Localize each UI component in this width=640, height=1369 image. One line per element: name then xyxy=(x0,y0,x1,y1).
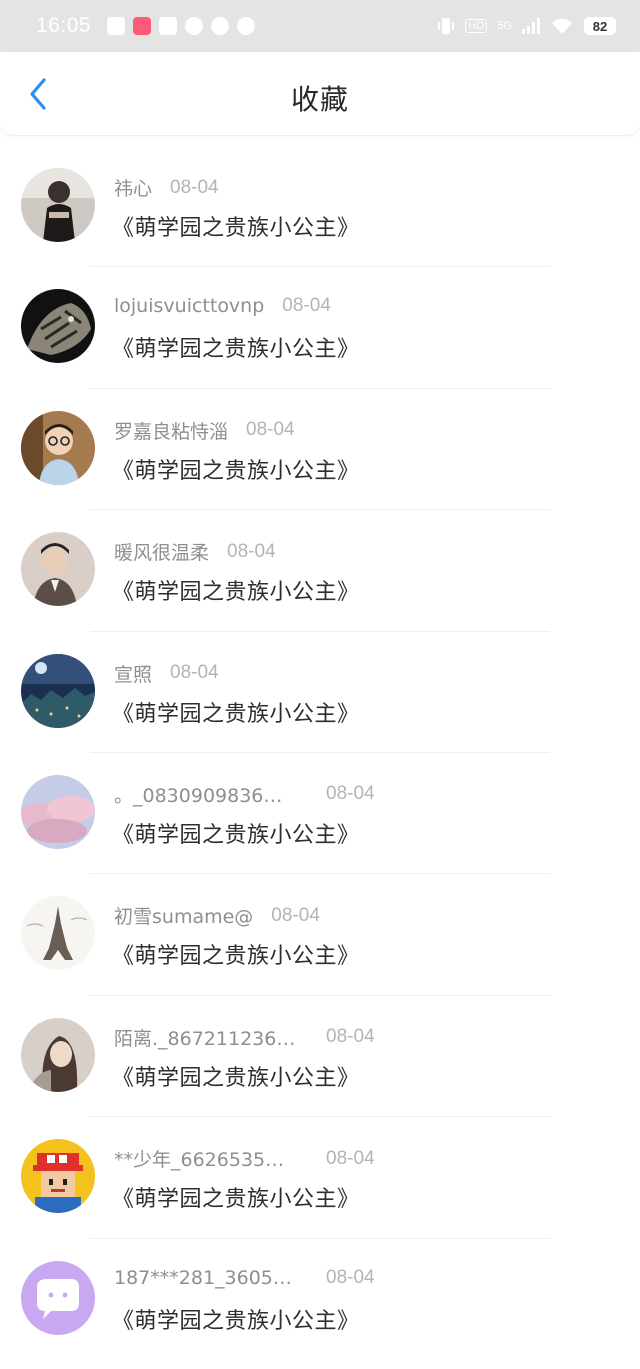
user-name: 初雪sumame@ xyxy=(114,906,254,929)
item-title[interactable]: 《萌学园之贵族小公主》 xyxy=(112,210,360,242)
avatar[interactable] xyxy=(21,653,95,728)
app-notification-icon xyxy=(107,17,126,35)
avatar[interactable] xyxy=(21,410,95,485)
item-date: 08-04 xyxy=(246,419,295,441)
cloud-icon xyxy=(211,17,230,35)
status-bar: 16:05 HD 5G 82 xyxy=(0,0,640,52)
item-title[interactable]: 《萌学园之贵族小公主》 xyxy=(112,1303,360,1335)
user-name: 暖风很温柔 xyxy=(114,542,210,565)
list-item[interactable]: 187***281_3605… 08-04 《萌学园之贵族小公主》 xyxy=(0,1239,640,1360)
avatar-photo-girl-dark xyxy=(21,168,95,242)
item-date: 08-04 xyxy=(326,783,375,805)
user-name: lojuisvuicttovnp xyxy=(114,295,265,318)
hd-icon: HD xyxy=(465,19,488,33)
item-title[interactable]: 《萌学园之贵族小公主》 xyxy=(112,1060,360,1092)
avatar[interactable] xyxy=(21,168,95,242)
avatar-pink-clouds xyxy=(21,774,95,849)
item-title[interactable]: 《萌学园之贵族小公主》 xyxy=(112,331,360,363)
item-date: 08-04 xyxy=(326,1026,375,1048)
item-title[interactable]: 《萌学园之贵族小公主》 xyxy=(112,1181,360,1213)
avatar[interactable] xyxy=(21,896,95,971)
item-title[interactable]: 《萌学园之贵族小公主》 xyxy=(112,696,360,728)
user-name: 。_0830909836… xyxy=(114,784,283,807)
avatar-pixel-boy xyxy=(21,1139,95,1214)
avatar-night-city xyxy=(21,653,95,728)
item-meta: 罗嘉良粘恃淄 08-04 xyxy=(114,417,295,444)
avatar-photo-kid-glasses xyxy=(21,410,95,485)
list-item[interactable]: 陌离._867211236… 08-04 《萌学园之贵族小公主》 xyxy=(0,996,640,1118)
vibrate-icon xyxy=(438,18,455,34)
avatar[interactable] xyxy=(21,532,95,607)
message-icon xyxy=(237,17,256,35)
avatar-eiffel-tower xyxy=(21,896,95,971)
item-meta: **少年_6626535… 08-04 xyxy=(114,1145,375,1172)
list-item[interactable]: lojuisvuicttovnp 08-04 《萌学园之贵族小公主》 xyxy=(0,267,640,389)
user-name: 祎心 xyxy=(114,178,153,200)
item-meta: 宣照 08-04 xyxy=(114,660,219,687)
item-date: 08-04 xyxy=(326,1147,375,1169)
item-date: 08-04 xyxy=(170,176,219,198)
list-item[interactable]: 祎心 08-04 《萌学园之贵族小公主》 xyxy=(0,146,640,268)
user-name: 陌离._867211236… xyxy=(114,1027,296,1050)
item-date: 08-04 xyxy=(170,662,219,684)
item-meta: 陌离._867211236… 08-04 xyxy=(114,1024,375,1051)
mail-icon xyxy=(159,17,178,35)
network-label: 5G xyxy=(497,20,512,32)
header: 收藏 xyxy=(0,52,640,136)
favorites-list: 祎心 08-04 《萌学园之贵族小公主》 lojuisvuicttovnp 08… xyxy=(0,146,640,1360)
item-meta: lojuisvuicttovnp 08-04 xyxy=(114,295,331,317)
avatar-tiger xyxy=(21,289,95,364)
avatar-photo-girl-light xyxy=(21,1017,95,1092)
user-name: 187***281_3605… xyxy=(114,1266,292,1289)
user-name: **少年_6626535… xyxy=(114,1149,285,1172)
item-title[interactable]: 《萌学园之贵族小公主》 xyxy=(112,574,360,606)
avatar[interactable] xyxy=(21,774,95,849)
wifi-icon xyxy=(552,18,572,34)
item-meta: 暖风很温柔 08-04 xyxy=(114,538,276,565)
user-name: 宣照 xyxy=(114,663,153,686)
item-title[interactable]: 《萌学园之贵族小公主》 xyxy=(112,453,360,485)
status-time: 16:05 xyxy=(36,14,92,37)
item-date: 08-04 xyxy=(271,904,320,926)
list-item[interactable]: 罗嘉良粘恃淄 08-04 《萌学园之贵族小公主》 xyxy=(0,389,640,511)
user-name: 罗嘉良粘恃淄 xyxy=(114,420,229,443)
item-title[interactable]: 《萌学园之贵族小公主》 xyxy=(112,938,360,970)
system-icons: HD 5G 82 xyxy=(437,16,616,36)
app-notification-icon xyxy=(185,17,204,35)
item-date: 08-04 xyxy=(282,295,331,317)
item-meta: 初雪sumame@ 08-04 xyxy=(114,902,320,929)
avatar[interactable] xyxy=(21,1260,95,1335)
signal-icon xyxy=(522,18,540,34)
item-meta: 187***281_3605… 08-04 xyxy=(114,1267,375,1289)
page-title: 收藏 xyxy=(290,83,349,116)
list-item[interactable]: 初雪sumame@ 08-04 《萌学园之贵族小公主》 xyxy=(0,874,640,996)
list-item[interactable]: 暖风很温柔 08-04 《萌学园之贵族小公主》 xyxy=(0,510,640,632)
battery-indicator: 82 xyxy=(584,17,616,35)
list-item[interactable]: 宣照 08-04 《萌学园之贵族小公主》 xyxy=(0,632,640,753)
item-meta: 。_0830909836… 08-04 xyxy=(114,781,375,808)
notification-icons xyxy=(107,17,256,35)
app-notification-icon xyxy=(133,17,152,35)
avatar-default-chat xyxy=(21,1260,95,1335)
item-title[interactable]: 《萌学园之贵族小公主》 xyxy=(112,817,360,849)
list-item[interactable]: **少年_6626535… 08-04 《萌学园之贵族小公主》 xyxy=(0,1117,640,1239)
item-date: 08-04 xyxy=(326,1266,375,1288)
list-item[interactable]: 。_0830909836… 08-04 《萌学园之贵族小公主》 xyxy=(0,753,640,875)
item-meta: 祎心 08-04 xyxy=(114,174,219,201)
avatar[interactable] xyxy=(21,289,95,364)
avatar[interactable] xyxy=(21,1139,95,1214)
avatar-photo-man xyxy=(21,532,95,607)
item-date: 08-04 xyxy=(227,540,276,562)
avatar[interactable] xyxy=(21,1017,95,1092)
